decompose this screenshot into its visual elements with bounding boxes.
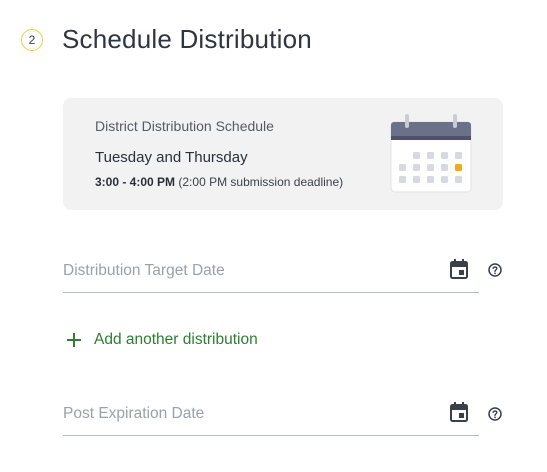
calendar-picker-icon[interactable] [450,259,468,279]
distribution-target-date-field[interactable]: Distribution Target Date [63,254,479,293]
step-number-badge: 2 [21,28,43,51]
section-title: Schedule Distribution [62,24,312,54]
calendar-highlight-day [455,164,462,171]
calendar-illustration-icon [390,114,472,193]
calendar-picker-icon[interactable] [450,402,468,422]
schedule-card-heading: District Distribution Schedule [95,118,274,134]
plus-icon [67,333,81,347]
add-another-distribution-label: Add another distribution [94,331,258,348]
schedule-time: 3:00 - 4:00 PM (2:00 PM submission deadl… [95,175,343,189]
help-icon[interactable] [488,407,502,421]
schedule-time-range: 3:00 - 4:00 PM [95,175,176,189]
section-header: 2 Schedule Distribution [21,24,312,55]
distribution-target-date-label: Distribution Target Date [63,262,225,279]
help-icon[interactable] [488,263,502,277]
post-expiration-date-field[interactable]: Post Expiration Date [63,397,479,436]
schedule-distribution-section: 2 Schedule Distribution District Distrib… [0,0,547,472]
schedule-days: Tuesday and Thursday [95,149,248,166]
add-another-distribution-button[interactable]: Add another distribution [66,331,258,349]
district-schedule-card: District Distribution Schedule Tuesday a… [63,98,503,210]
post-expiration-date-label: Post Expiration Date [63,405,205,422]
submission-deadline-note: (2:00 PM submission deadline) [178,175,344,189]
